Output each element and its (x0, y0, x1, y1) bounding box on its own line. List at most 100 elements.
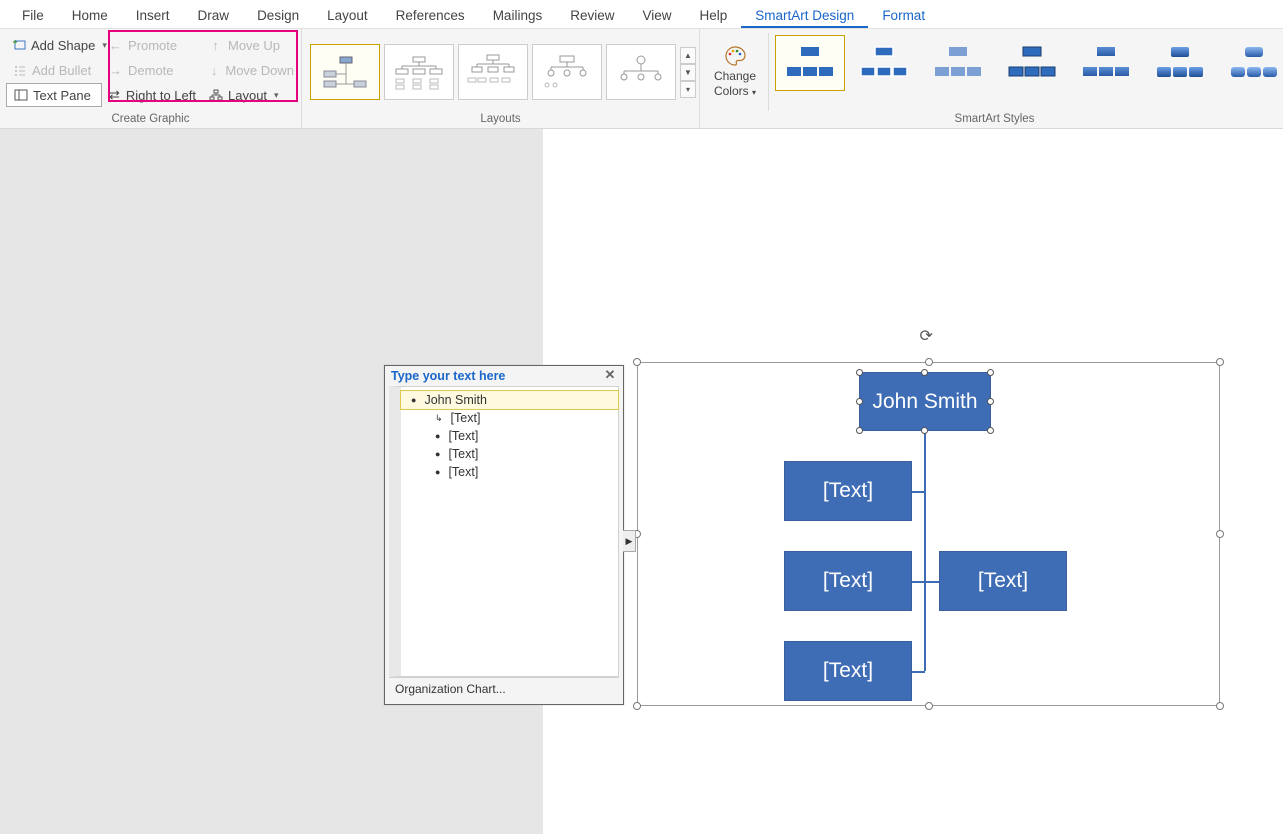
move-up-label: Move Up (228, 38, 280, 53)
resize-handle[interactable] (1216, 358, 1224, 366)
menu-draw[interactable]: Draw (184, 2, 244, 28)
list-item-text: [Text] (451, 411, 481, 425)
move-up-button[interactable]: ↑ Move Up (202, 33, 300, 57)
text-pane-collapse-button[interactable]: ▶ (623, 530, 636, 552)
layouts-scroll-down[interactable]: ▼ (680, 64, 696, 81)
add-shape-button[interactable]: Add Shape ▾ (6, 33, 102, 57)
layouts-expand[interactable]: ▾ (680, 81, 696, 98)
resize-handle[interactable] (1216, 702, 1224, 710)
menu-file[interactable]: File (8, 2, 58, 28)
rotate-handle-icon[interactable]: ⟳ (920, 326, 933, 346)
text-pane-label: Text Pane (33, 88, 91, 103)
move-down-button[interactable]: ↓ Move Down (202, 58, 300, 82)
org-node-child[interactable]: [Text] (939, 551, 1067, 611)
bullet-icon: ● (435, 431, 440, 441)
bullet-icon: ● (435, 467, 440, 477)
org-node-child[interactable]: [Text] (784, 551, 912, 611)
text-pane-footer[interactable]: Organization Chart... (389, 677, 619, 700)
smartart-text-pane[interactable]: Type your text here ✕ ●John Smith ↳[Text… (384, 365, 624, 705)
shape-handle[interactable] (987, 398, 994, 405)
change-colors-button[interactable]: Change Colors ▾ (706, 33, 764, 109)
org-node-assistant[interactable]: [Text] (784, 461, 912, 521)
menu-home[interactable]: Home (58, 2, 122, 28)
group-label-create-graphic: Create Graphic (6, 111, 295, 126)
list-item[interactable]: ↳[Text] (401, 409, 618, 427)
layouts-scroll: ▲ ▼ ▾ (680, 47, 696, 98)
menu-bar: File Home Insert Draw Design Layout Refe… (0, 0, 1283, 29)
promote-button[interactable]: ← Promote (102, 33, 202, 57)
layout-option-1[interactable] (310, 44, 380, 100)
resize-handle[interactable] (1216, 530, 1224, 538)
menu-insert[interactable]: Insert (122, 2, 184, 28)
node-text: [Text] (823, 479, 873, 503)
layout-icon (208, 88, 223, 103)
smartart-frame[interactable]: ⟳ John Smith [Text] [Text] [Text] [ (637, 362, 1220, 706)
text-pane-icon (13, 88, 28, 103)
right-to-left-button[interactable]: ⇄ Right to Left (102, 83, 202, 107)
close-icon[interactable]: ✕ (603, 369, 617, 383)
node-text: [Text] (823, 659, 873, 683)
org-node-root[interactable]: John Smith (859, 372, 991, 431)
menu-layout[interactable]: Layout (313, 2, 382, 28)
connector (912, 491, 925, 493)
list-item-text: John Smith (424, 393, 487, 407)
menu-references[interactable]: References (382, 2, 479, 28)
layout-option-3[interactable] (458, 44, 528, 100)
resize-handle[interactable] (633, 358, 641, 366)
layout-option-2[interactable] (384, 44, 454, 100)
shape-handle[interactable] (987, 427, 994, 434)
menu-smartart-design[interactable]: SmartArt Design (741, 2, 868, 28)
menu-review[interactable]: Review (556, 2, 628, 28)
node-text: John Smith (872, 390, 977, 414)
arrow-left-icon: ← (108, 38, 123, 53)
shape-handle[interactable] (856, 398, 863, 405)
layout-option-4[interactable] (532, 44, 602, 100)
list-item-text: [Text] (448, 465, 478, 479)
menu-design[interactable]: Design (243, 2, 313, 28)
workspace: Type your text here ✕ ●John Smith ↳[Text… (0, 129, 1283, 834)
style-option-2[interactable] (849, 35, 919, 91)
menu-help[interactable]: Help (686, 2, 742, 28)
shape-handle[interactable] (921, 427, 928, 434)
layout-label: Layout (228, 88, 267, 103)
style-option-4[interactable] (997, 35, 1067, 91)
swap-icon: ⇄ (108, 88, 121, 103)
shape-handle[interactable] (921, 369, 928, 376)
ribbon: Add Shape ▾ Add Bullet Text Pane (0, 29, 1283, 129)
add-bullet-button[interactable]: Add Bullet (6, 58, 102, 82)
style-option-5[interactable] (1071, 35, 1141, 91)
demote-button[interactable]: → Demote (102, 58, 202, 82)
style-option-7[interactable] (1219, 35, 1283, 91)
shape-handle[interactable] (856, 369, 863, 376)
layout-option-5[interactable] (606, 44, 676, 100)
org-node-child[interactable]: [Text] (784, 641, 912, 701)
style-option-1[interactable] (775, 35, 845, 91)
add-shape-label: Add Shape (31, 38, 95, 53)
layout-button[interactable]: Layout ▾ (202, 83, 300, 107)
resize-handle[interactable] (925, 358, 933, 366)
list-item-text: [Text] (448, 447, 478, 461)
add-bullet-icon (12, 63, 27, 78)
style-option-3[interactable] (923, 35, 993, 91)
list-item[interactable]: ●[Text] (401, 445, 618, 463)
resize-handle[interactable] (633, 702, 641, 710)
menu-format[interactable]: Format (868, 2, 939, 28)
menu-mailings[interactable]: Mailings (479, 2, 557, 28)
text-pane-list[interactable]: ●John Smith ↳[Text] ●[Text] ●[Text] ●[Te… (389, 386, 619, 677)
shape-handle[interactable] (987, 369, 994, 376)
menu-view[interactable]: View (628, 2, 685, 28)
shape-handle[interactable] (856, 427, 863, 434)
list-item[interactable]: ●[Text] (401, 427, 618, 445)
resize-handle[interactable] (925, 702, 933, 710)
list-item[interactable]: ●John Smith (400, 390, 619, 410)
style-option-6[interactable] (1145, 35, 1215, 91)
list-item[interactable]: ● [Text] (401, 463, 618, 481)
connector (912, 581, 939, 583)
text-pane-button[interactable]: Text Pane (6, 83, 102, 107)
arrow-right-icon: → (108, 63, 123, 78)
add-bullet-label: Add Bullet (32, 63, 91, 78)
layouts-scroll-up[interactable]: ▲ (680, 47, 696, 64)
palette-icon (723, 44, 747, 68)
right-to-left-label: Right to Left (126, 88, 196, 103)
change-colors-label-2: Colors ▾ (714, 85, 756, 98)
